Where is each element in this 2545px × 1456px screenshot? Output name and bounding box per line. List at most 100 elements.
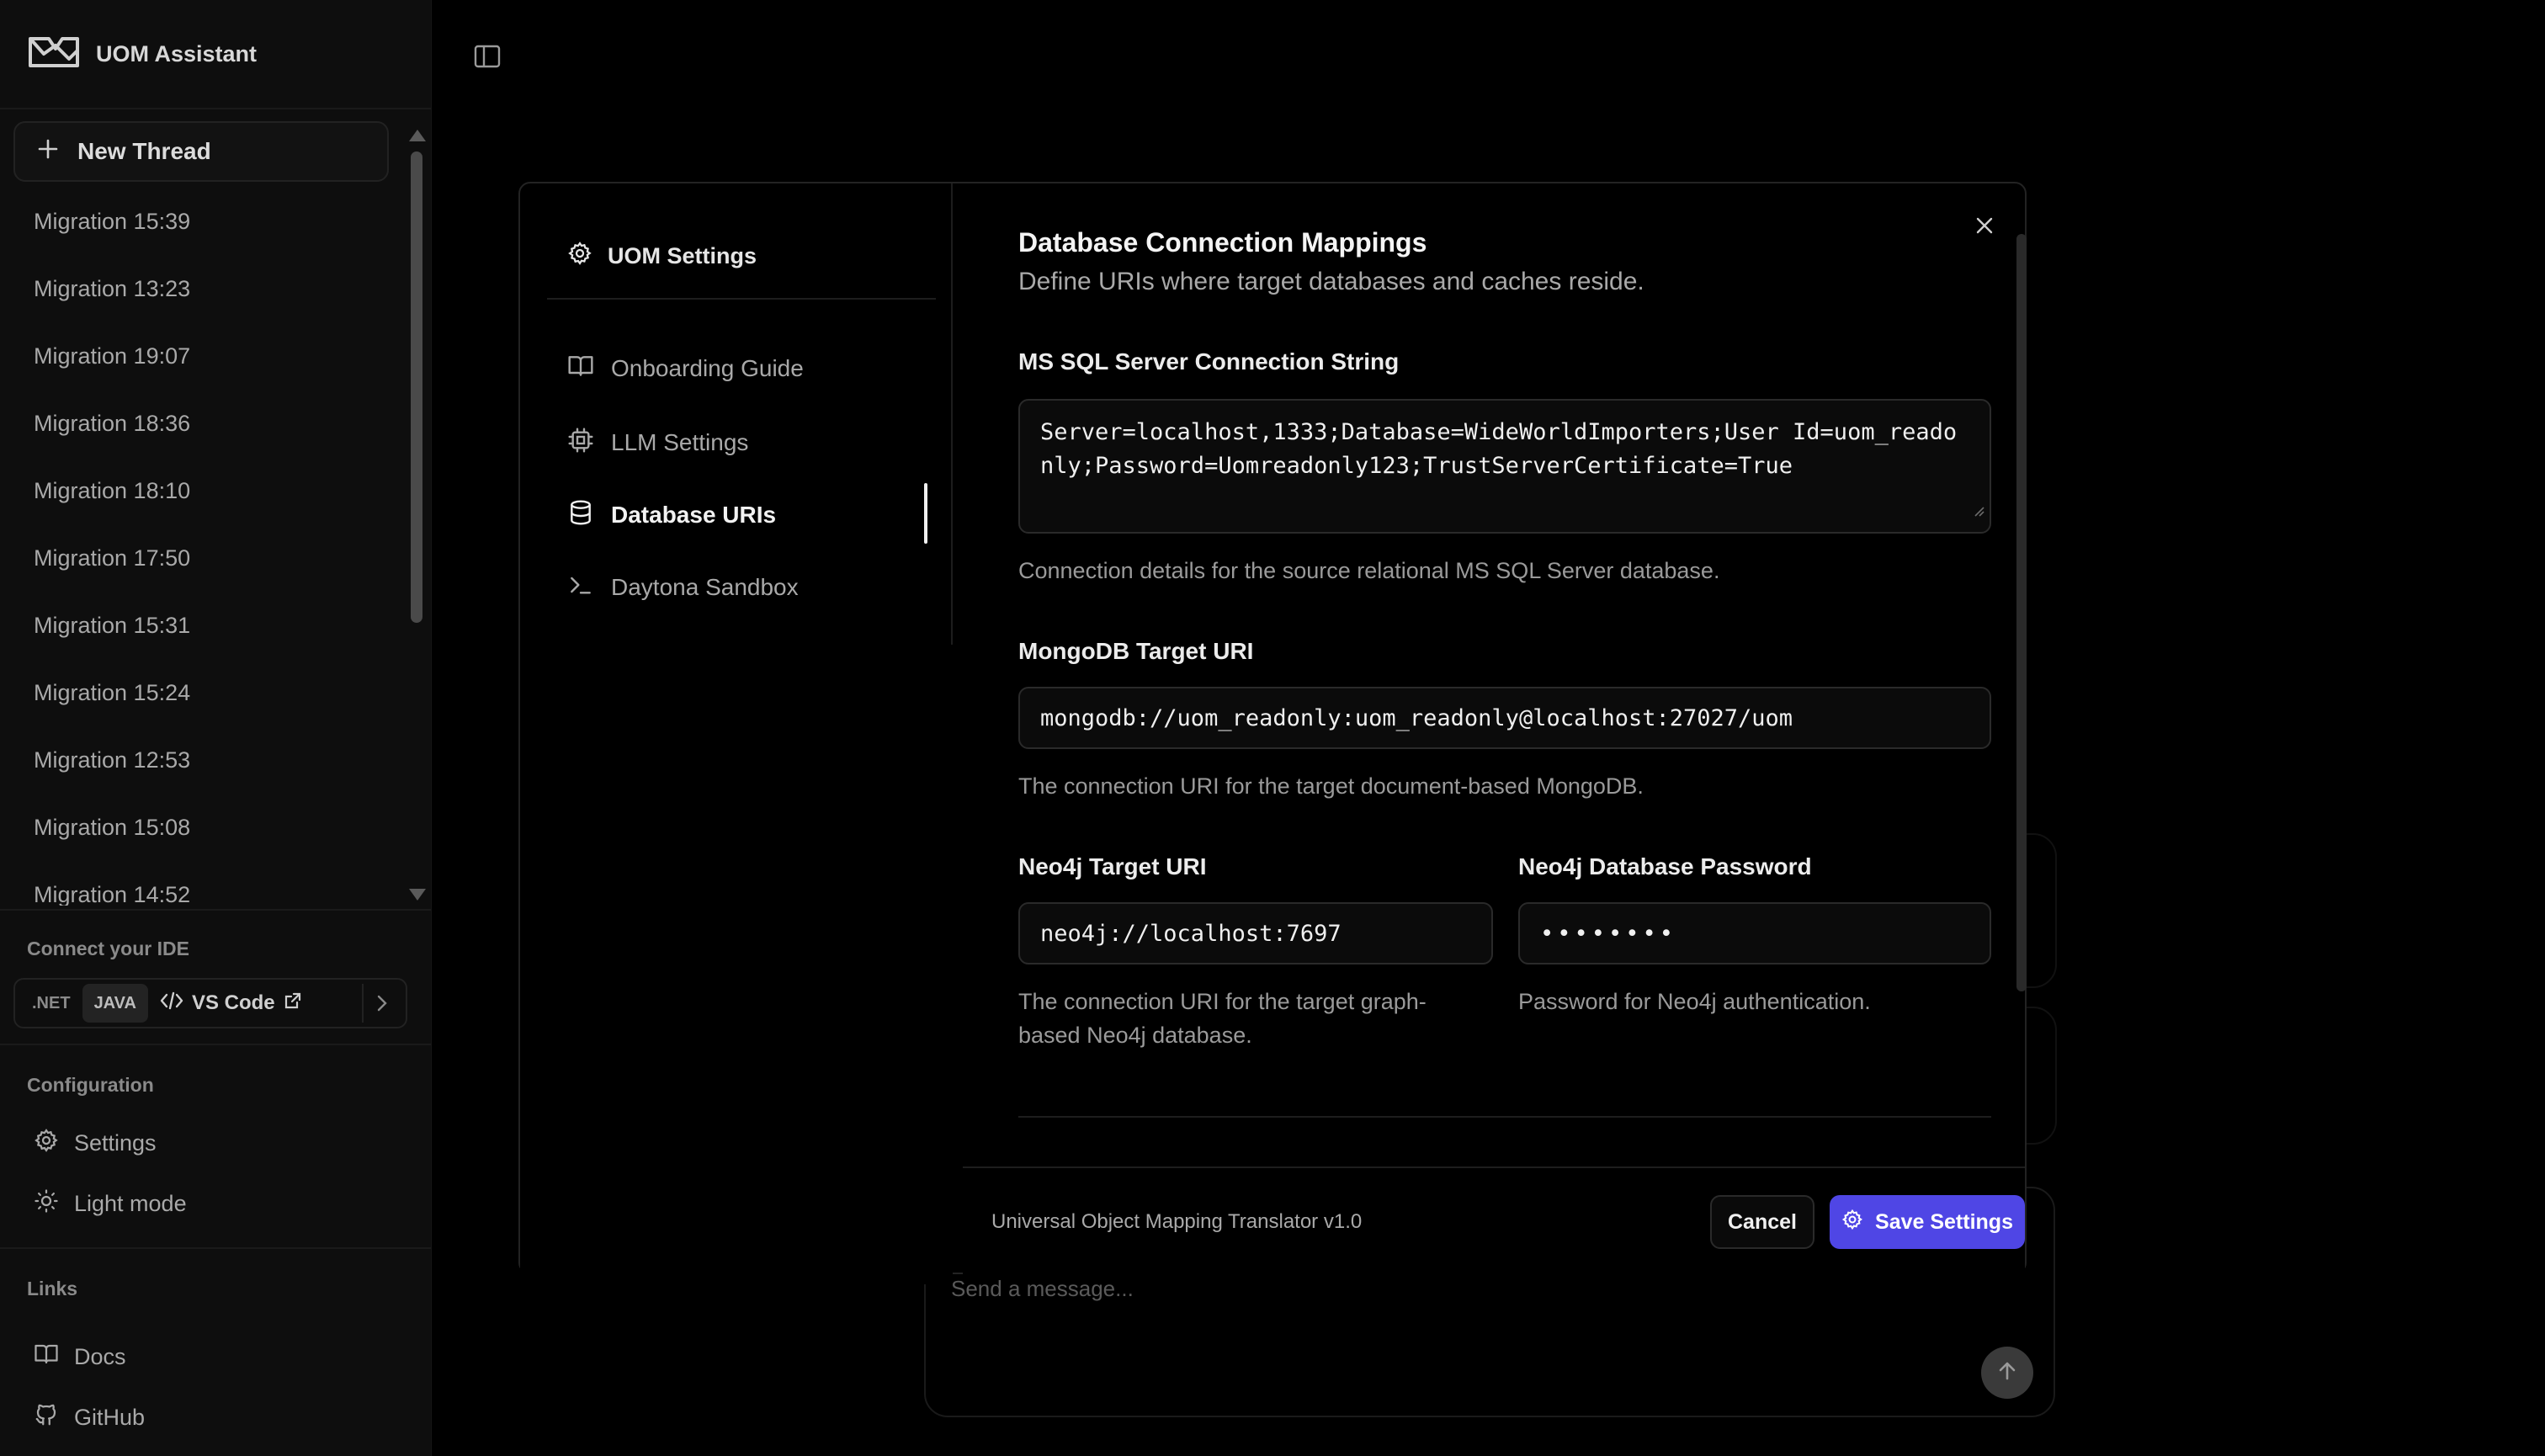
sun-icon bbox=[34, 1188, 59, 1220]
app-title: UOM Assistant bbox=[96, 40, 258, 66]
thread-item[interactable]: Migration 12:53 bbox=[34, 747, 190, 773]
mssql-label: MS SQL Server Connection String bbox=[1018, 348, 1400, 375]
book-icon bbox=[567, 353, 594, 385]
ide-option-dotnet[interactable]: .NET bbox=[20, 984, 82, 1023]
mongodb-label: MongoDB Target URI bbox=[1018, 638, 1254, 664]
code-icon bbox=[160, 991, 183, 1016]
nav-empty-area bbox=[520, 645, 953, 1284]
sidebar-divider bbox=[0, 909, 431, 911]
nav-divider bbox=[547, 298, 936, 300]
mssql-connection-textarea[interactable]: Server=localhost,1333;Database=WideWorld… bbox=[1018, 399, 1991, 534]
github-link[interactable]: GitHub bbox=[34, 1400, 145, 1434]
neo4j-uri-label: Neo4j Target URI bbox=[1018, 853, 1207, 879]
content-scrollbar[interactable] bbox=[2016, 234, 2027, 991]
nav-item-label: Daytona Sandbox bbox=[611, 574, 799, 600]
settings-nav-title: UOM Settings bbox=[567, 241, 757, 272]
gear-icon bbox=[34, 1128, 59, 1159]
brand[interactable]: UOM Assistant bbox=[27, 34, 257, 74]
mssql-help: Connection details for the source relati… bbox=[1018, 558, 1720, 583]
sidebar-divider bbox=[0, 1247, 431, 1249]
plus-icon bbox=[37, 138, 59, 166]
neo4j-uri-help: The connection URI for the target graph-… bbox=[1018, 989, 1427, 1048]
neo4j-password-help: Password for Neo4j authentication. bbox=[1518, 989, 1871, 1014]
vscode-label: VS Code bbox=[191, 991, 275, 1014]
github-icon bbox=[34, 1402, 59, 1433]
ide-option-java[interactable]: JAVA bbox=[82, 984, 148, 1023]
sidebar-panel-icon bbox=[473, 45, 502, 72]
toggle-sidebar-button[interactable] bbox=[473, 44, 502, 73]
thread-item[interactable]: Migration 18:36 bbox=[34, 411, 190, 437]
settings-title-label: UOM Settings bbox=[608, 243, 757, 268]
mssql-connection-value: Server=localhost,1333;Database=WideWorld… bbox=[1040, 419, 1958, 479]
cancel-button[interactable]: Cancel bbox=[1710, 1195, 1814, 1249]
thread-item[interactable]: Migration 15:39 bbox=[34, 209, 190, 235]
section-subtitle: Define URIs where target databases and c… bbox=[1018, 268, 1644, 295]
gear-icon bbox=[567, 241, 592, 272]
nav-item-label: LLM Settings bbox=[611, 429, 749, 455]
close-modal-button[interactable] bbox=[1968, 210, 2001, 244]
nav-item-database-uris[interactable]: Database URIs bbox=[567, 497, 776, 534]
message-input[interactable]: Send a message... bbox=[951, 1276, 1134, 1302]
nav-item-daytona-sandbox[interactable]: Daytona Sandbox bbox=[567, 569, 799, 606]
thread-item[interactable]: Migration 15:31 bbox=[34, 613, 190, 639]
settings-link[interactable]: Settings bbox=[34, 1126, 157, 1160]
neo4j-password-label: Neo4j Database Password bbox=[1518, 853, 1812, 879]
neo4j-password-input[interactable]: •••••••• bbox=[1518, 902, 1991, 964]
thread-item[interactable]: Migration 13:23 bbox=[34, 276, 190, 302]
sidebar-divider bbox=[0, 1044, 431, 1045]
cpu-icon bbox=[567, 427, 594, 460]
thread-list: Migration 15:39 Migration 13:23 Migratio… bbox=[0, 187, 404, 906]
scroll-up-arrow-icon[interactable] bbox=[409, 130, 426, 141]
send-button[interactable] bbox=[1981, 1347, 2033, 1399]
docs-label: Docs bbox=[74, 1343, 126, 1369]
thread-item[interactable]: Migration 15:08 bbox=[34, 815, 190, 841]
database-icon bbox=[567, 499, 594, 532]
sidebar-divider bbox=[0, 108, 431, 109]
save-settings-button[interactable]: Save Settings bbox=[1830, 1195, 2025, 1249]
docs-link[interactable]: Docs bbox=[34, 1340, 126, 1374]
light-mode-label: Light mode bbox=[74, 1190, 187, 1216]
arrow-up-icon bbox=[1996, 1360, 2018, 1386]
content-divider bbox=[1018, 1116, 1991, 1118]
thread-item[interactable]: Migration 14:52 bbox=[34, 882, 190, 906]
links-heading: Links bbox=[27, 1278, 78, 1299]
modal-footer: Universal Object Mapping Translator v1.0… bbox=[963, 1166, 2025, 1274]
configuration-heading: Configuration bbox=[27, 1074, 154, 1096]
version-text: Universal Object Mapping Translator v1.0 bbox=[991, 1210, 1363, 1233]
new-thread-button[interactable]: New Thread bbox=[13, 121, 389, 182]
thread-item[interactable]: Migration 15:24 bbox=[34, 680, 190, 706]
gear-icon bbox=[1841, 1209, 1863, 1236]
nav-item-llm-settings[interactable]: LLM Settings bbox=[567, 424, 748, 461]
terminal-icon bbox=[567, 571, 594, 604]
sidebar: UOM Assistant New Thread Migration 15:39… bbox=[0, 0, 432, 1456]
close-icon bbox=[1974, 215, 1995, 240]
external-link-icon bbox=[284, 991, 302, 1016]
neo4j-uri-input[interactable]: neo4j://localhost:7697 bbox=[1018, 902, 1493, 964]
book-icon bbox=[34, 1342, 59, 1373]
section-title: Database Connection Mappings bbox=[1018, 227, 1427, 258]
settings-label: Settings bbox=[74, 1129, 157, 1156]
settings-content: Database Connection Mappings Define URIs… bbox=[1005, 183, 1998, 1168]
thread-item[interactable]: Migration 17:50 bbox=[34, 545, 190, 571]
vscode-link[interactable]: VS Code bbox=[148, 984, 314, 1023]
github-label: GitHub bbox=[74, 1404, 146, 1430]
light-mode-toggle[interactable]: Light mode bbox=[34, 1187, 187, 1220]
thread-item[interactable]: Migration 18:10 bbox=[34, 478, 190, 504]
ide-heading: Connect your IDE bbox=[27, 938, 189, 959]
settings-modal: UOM Settings Onboarding Guide LLM Settin… bbox=[518, 182, 2027, 1284]
ide-selector: .NET JAVA VS Code bbox=[13, 978, 407, 1028]
new-thread-label: New Thread bbox=[77, 138, 211, 164]
thread-scrollbar-thumb[interactable] bbox=[411, 151, 422, 623]
active-nav-indicator bbox=[924, 483, 927, 544]
nav-item-label: Onboarding Guide bbox=[611, 355, 804, 381]
nav-item-onboarding-guide[interactable]: Onboarding Guide bbox=[567, 350, 804, 387]
chevron-right-icon[interactable] bbox=[362, 984, 401, 1023]
mongodb-help: The connection URI for the target docume… bbox=[1018, 773, 1644, 799]
scroll-down-arrow-icon[interactable] bbox=[409, 889, 426, 901]
thread-item[interactable]: Migration 19:07 bbox=[34, 343, 190, 369]
mongodb-uri-input[interactable]: mongodb://uom_readonly:uom_readonly@loca… bbox=[1018, 687, 1991, 749]
save-settings-label: Save Settings bbox=[1875, 1209, 2013, 1234]
resize-handle-icon[interactable] bbox=[1973, 493, 1984, 527]
uom-logo-icon bbox=[27, 34, 81, 75]
nav-item-label: Database URIs bbox=[611, 502, 777, 528]
